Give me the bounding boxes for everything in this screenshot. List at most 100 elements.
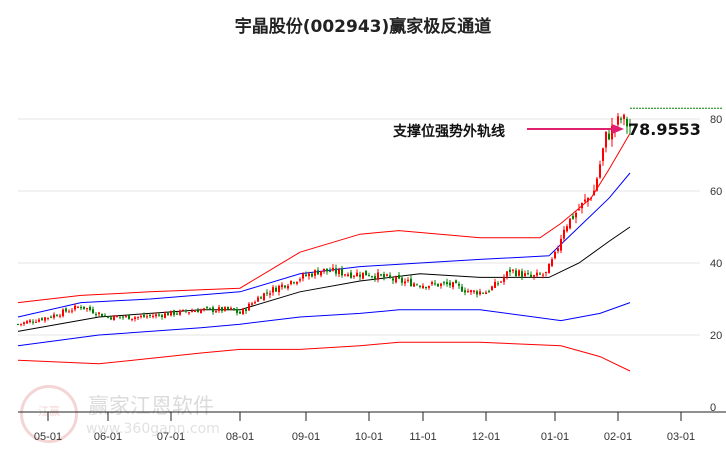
candle-body [350, 272, 352, 278]
candle-body [356, 272, 358, 277]
candle-body [329, 270, 331, 272]
candle-body [32, 321, 34, 323]
candle-body [293, 282, 295, 284]
annotation-label: 支撑位强势外轨线 [393, 124, 505, 140]
candle-body [44, 317, 46, 321]
candle-body [431, 282, 433, 285]
chart-container: 宇晶股份(002943)赢家极反通道 江赢 赢家江恩软件 www.360gann… [0, 0, 726, 450]
candle-body [332, 267, 334, 271]
candle-body [470, 290, 472, 293]
candle-body [206, 307, 208, 309]
candle-body [221, 307, 223, 312]
candle-body [599, 164, 601, 178]
candle-body [371, 276, 373, 278]
candle-body [428, 285, 430, 288]
candle-body [479, 291, 481, 295]
candle-body [386, 274, 388, 276]
candle-body [131, 318, 133, 320]
x-tick-label: 07-01 [157, 431, 185, 443]
candle-body [269, 293, 271, 295]
candle-body [362, 272, 364, 279]
candle-body [98, 312, 100, 314]
candle-body [203, 308, 205, 310]
candle-body [296, 281, 298, 284]
candle-body [47, 317, 49, 319]
candle-body [593, 190, 595, 196]
candle-body [521, 271, 523, 278]
candle-body [560, 238, 562, 251]
candle-body [20, 323, 22, 325]
candle-body [494, 281, 496, 288]
candle-body [590, 198, 592, 200]
candle-body [188, 312, 190, 314]
candle-body [314, 270, 316, 276]
candle-body [74, 305, 76, 310]
candle-body [422, 285, 424, 289]
candle-body [35, 321, 37, 323]
candle-body [38, 319, 40, 322]
candle-body [419, 285, 421, 287]
candle-body [503, 277, 505, 282]
candle-body [62, 309, 64, 317]
candle-body [245, 309, 247, 311]
candle-body [446, 282, 448, 285]
candle-body [452, 282, 454, 288]
candle-body [308, 273, 310, 277]
candle-body [116, 316, 118, 318]
candle-body [272, 287, 274, 293]
candle-body [536, 272, 538, 276]
candle-body [59, 315, 61, 317]
candle-body [263, 293, 265, 301]
candle-body [173, 310, 175, 315]
x-tick-label: 03-01 [667, 431, 695, 443]
candle-body [185, 310, 187, 312]
candle-body [200, 309, 202, 313]
candle-body [530, 274, 532, 277]
band-inner-lower [17, 302, 631, 347]
candle-body [425, 287, 427, 289]
candle-body [260, 297, 262, 299]
candle-body [437, 283, 439, 287]
band-outer-lower [17, 341, 631, 372]
candle-body [368, 275, 370, 277]
candle-body [107, 316, 109, 318]
candle-body [128, 314, 130, 320]
candle-body [215, 311, 217, 313]
candle-body [566, 226, 568, 232]
candle-body [596, 178, 598, 191]
candle-body [410, 278, 412, 287]
candle-body [449, 282, 451, 286]
candle-body [152, 315, 154, 317]
candle-body [338, 269, 340, 274]
candle-body [461, 286, 463, 292]
candle-body [515, 270, 517, 277]
candle-body [275, 287, 277, 292]
candle-body [287, 285, 289, 289]
candle-body [26, 321, 28, 324]
candle-body [323, 268, 325, 272]
candle-body [77, 306, 79, 308]
candle-body [194, 311, 196, 313]
candle-body [218, 307, 220, 311]
candle-body [182, 309, 184, 311]
candle-body [110, 317, 112, 320]
candle-body [407, 279, 409, 281]
candle-body [50, 316, 52, 318]
candle-body [473, 290, 475, 292]
candle-body [56, 315, 58, 317]
candle-body [143, 314, 145, 317]
candle-body [602, 148, 604, 161]
candle-body [467, 290, 469, 293]
candle-body [305, 274, 307, 276]
candle-body [113, 315, 115, 321]
candle-body [83, 306, 85, 309]
candle-body [512, 269, 514, 271]
y-tick-label: 60 [710, 186, 722, 198]
candle-body [455, 280, 457, 284]
candle-body [140, 316, 142, 318]
candle-body [101, 313, 103, 317]
candle-body [413, 283, 415, 287]
candle-body [122, 316, 124, 318]
annotation-value: 78.9553 [628, 120, 701, 139]
candle-body [485, 292, 487, 295]
